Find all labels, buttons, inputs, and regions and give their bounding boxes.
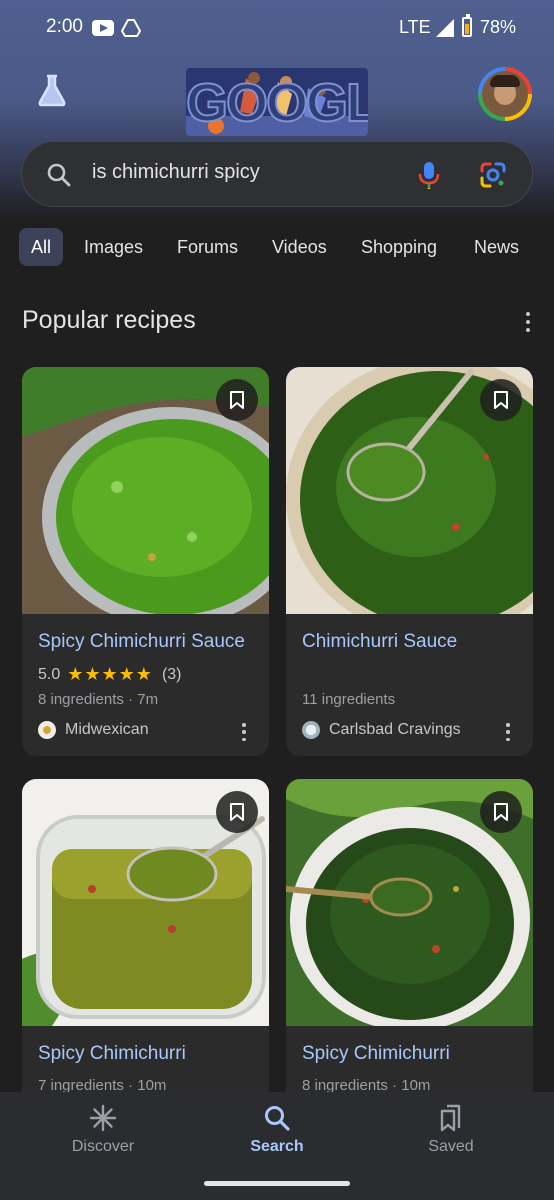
search-icon	[47, 163, 71, 187]
chip-forums[interactable]: Forums	[177, 228, 238, 266]
chip-images[interactable]: Images	[84, 228, 143, 266]
status-bar: 2:00 LTE 78%	[0, 0, 554, 56]
discover-icon	[89, 1104, 117, 1132]
home-indicator[interactable]	[204, 1181, 350, 1186]
recipe-card[interactable]: Spicy Chimichurri Sauce 5.0 ★★★★★ (3) 8 …	[22, 367, 269, 756]
source-name: Carlsbad Cravings	[329, 721, 461, 738]
search-bar[interactable]: is chimichurri spicy	[22, 142, 532, 206]
youtube-icon	[92, 20, 114, 36]
bookmark-icon	[230, 391, 244, 409]
doodle-logo-text: GOOGLE	[186, 72, 368, 134]
save-recipe-button[interactable]	[480, 791, 522, 833]
network-type: LTE	[399, 17, 431, 37]
chip-shopping[interactable]: Shopping	[361, 228, 437, 266]
signal-icon	[436, 19, 454, 37]
recipe-title[interactable]: Spicy Chimichurri	[38, 1043, 186, 1065]
nav-label-search: Search	[250, 1138, 304, 1155]
recipe-source[interactable]: Carlsbad Cravings	[302, 721, 461, 739]
search-filter-chips: All Images Forums Videos Shopping News	[0, 228, 554, 266]
nav-label-saved: Saved	[428, 1138, 474, 1155]
save-recipe-button[interactable]	[216, 791, 258, 833]
source-name: Midwexican	[65, 721, 149, 738]
more-options-icon[interactable]	[501, 723, 515, 741]
chip-all[interactable]: All	[19, 228, 64, 266]
battery-icon	[462, 14, 472, 37]
recipe-card[interactable]: Spicy Chimichurri 8 ingredients · 10m	[286, 779, 533, 1109]
drive-icon	[121, 19, 141, 37]
search-labs-button[interactable]	[28, 66, 76, 114]
nav-discover[interactable]: Discover	[11, 1092, 195, 1200]
saved-collections-icon	[440, 1104, 461, 1132]
save-recipe-button[interactable]	[480, 379, 522, 421]
recipe-card[interactable]: Spicy Chimichurri 7 ingredients · 10m	[22, 779, 269, 1109]
recipe-card[interactable]: Chimichurri Sauce 11 ingredients Carlsba…	[286, 367, 533, 756]
recipe-title[interactable]: Spicy Chimichurri	[302, 1043, 450, 1065]
star-rating-icon: ★★★★★	[67, 664, 153, 684]
flask-icon	[38, 74, 66, 107]
chip-news[interactable]: News	[474, 228, 519, 266]
source-logo	[302, 721, 320, 739]
recipe-meta: 8 ingredients · 7m	[38, 691, 159, 708]
recipe-source[interactable]: Midwexican	[38, 721, 149, 739]
google-doodle[interactable]: GOOGLE	[186, 68, 368, 136]
bookmark-icon	[494, 803, 508, 821]
review-count: (3)	[161, 665, 182, 683]
bookmark-icon	[230, 803, 244, 821]
recipe-title[interactable]: Spicy Chimichurri Sauce	[38, 631, 245, 653]
nav-label-discover: Discover	[71, 1138, 135, 1155]
nav-saved[interactable]: Saved	[359, 1092, 543, 1200]
rating-value: 5.0	[38, 665, 61, 683]
status-time: 2:00	[46, 16, 83, 37]
search-icon	[265, 1106, 290, 1131]
chip-videos[interactable]: Videos	[272, 228, 327, 266]
recipe-rating: 5.0 ★★★★★ (3)	[38, 664, 182, 685]
bookmark-icon	[494, 391, 508, 409]
more-options-icon[interactable]	[518, 312, 538, 332]
save-recipe-button[interactable]	[216, 379, 258, 421]
recipe-meta: 11 ingredients	[302, 691, 396, 708]
battery-percent: 78%	[480, 17, 517, 37]
search-input[interactable]: is chimichurri spicy	[92, 161, 260, 184]
section-title: Popular recipes	[22, 306, 196, 334]
more-options-icon[interactable]	[237, 723, 251, 741]
google-lens-icon[interactable]	[479, 161, 507, 189]
account-avatar[interactable]	[478, 67, 532, 121]
source-logo	[38, 721, 56, 739]
microphone-icon[interactable]	[417, 160, 441, 190]
recipe-title[interactable]: Chimichurri Sauce	[302, 631, 457, 653]
avatar-photo	[482, 71, 528, 117]
